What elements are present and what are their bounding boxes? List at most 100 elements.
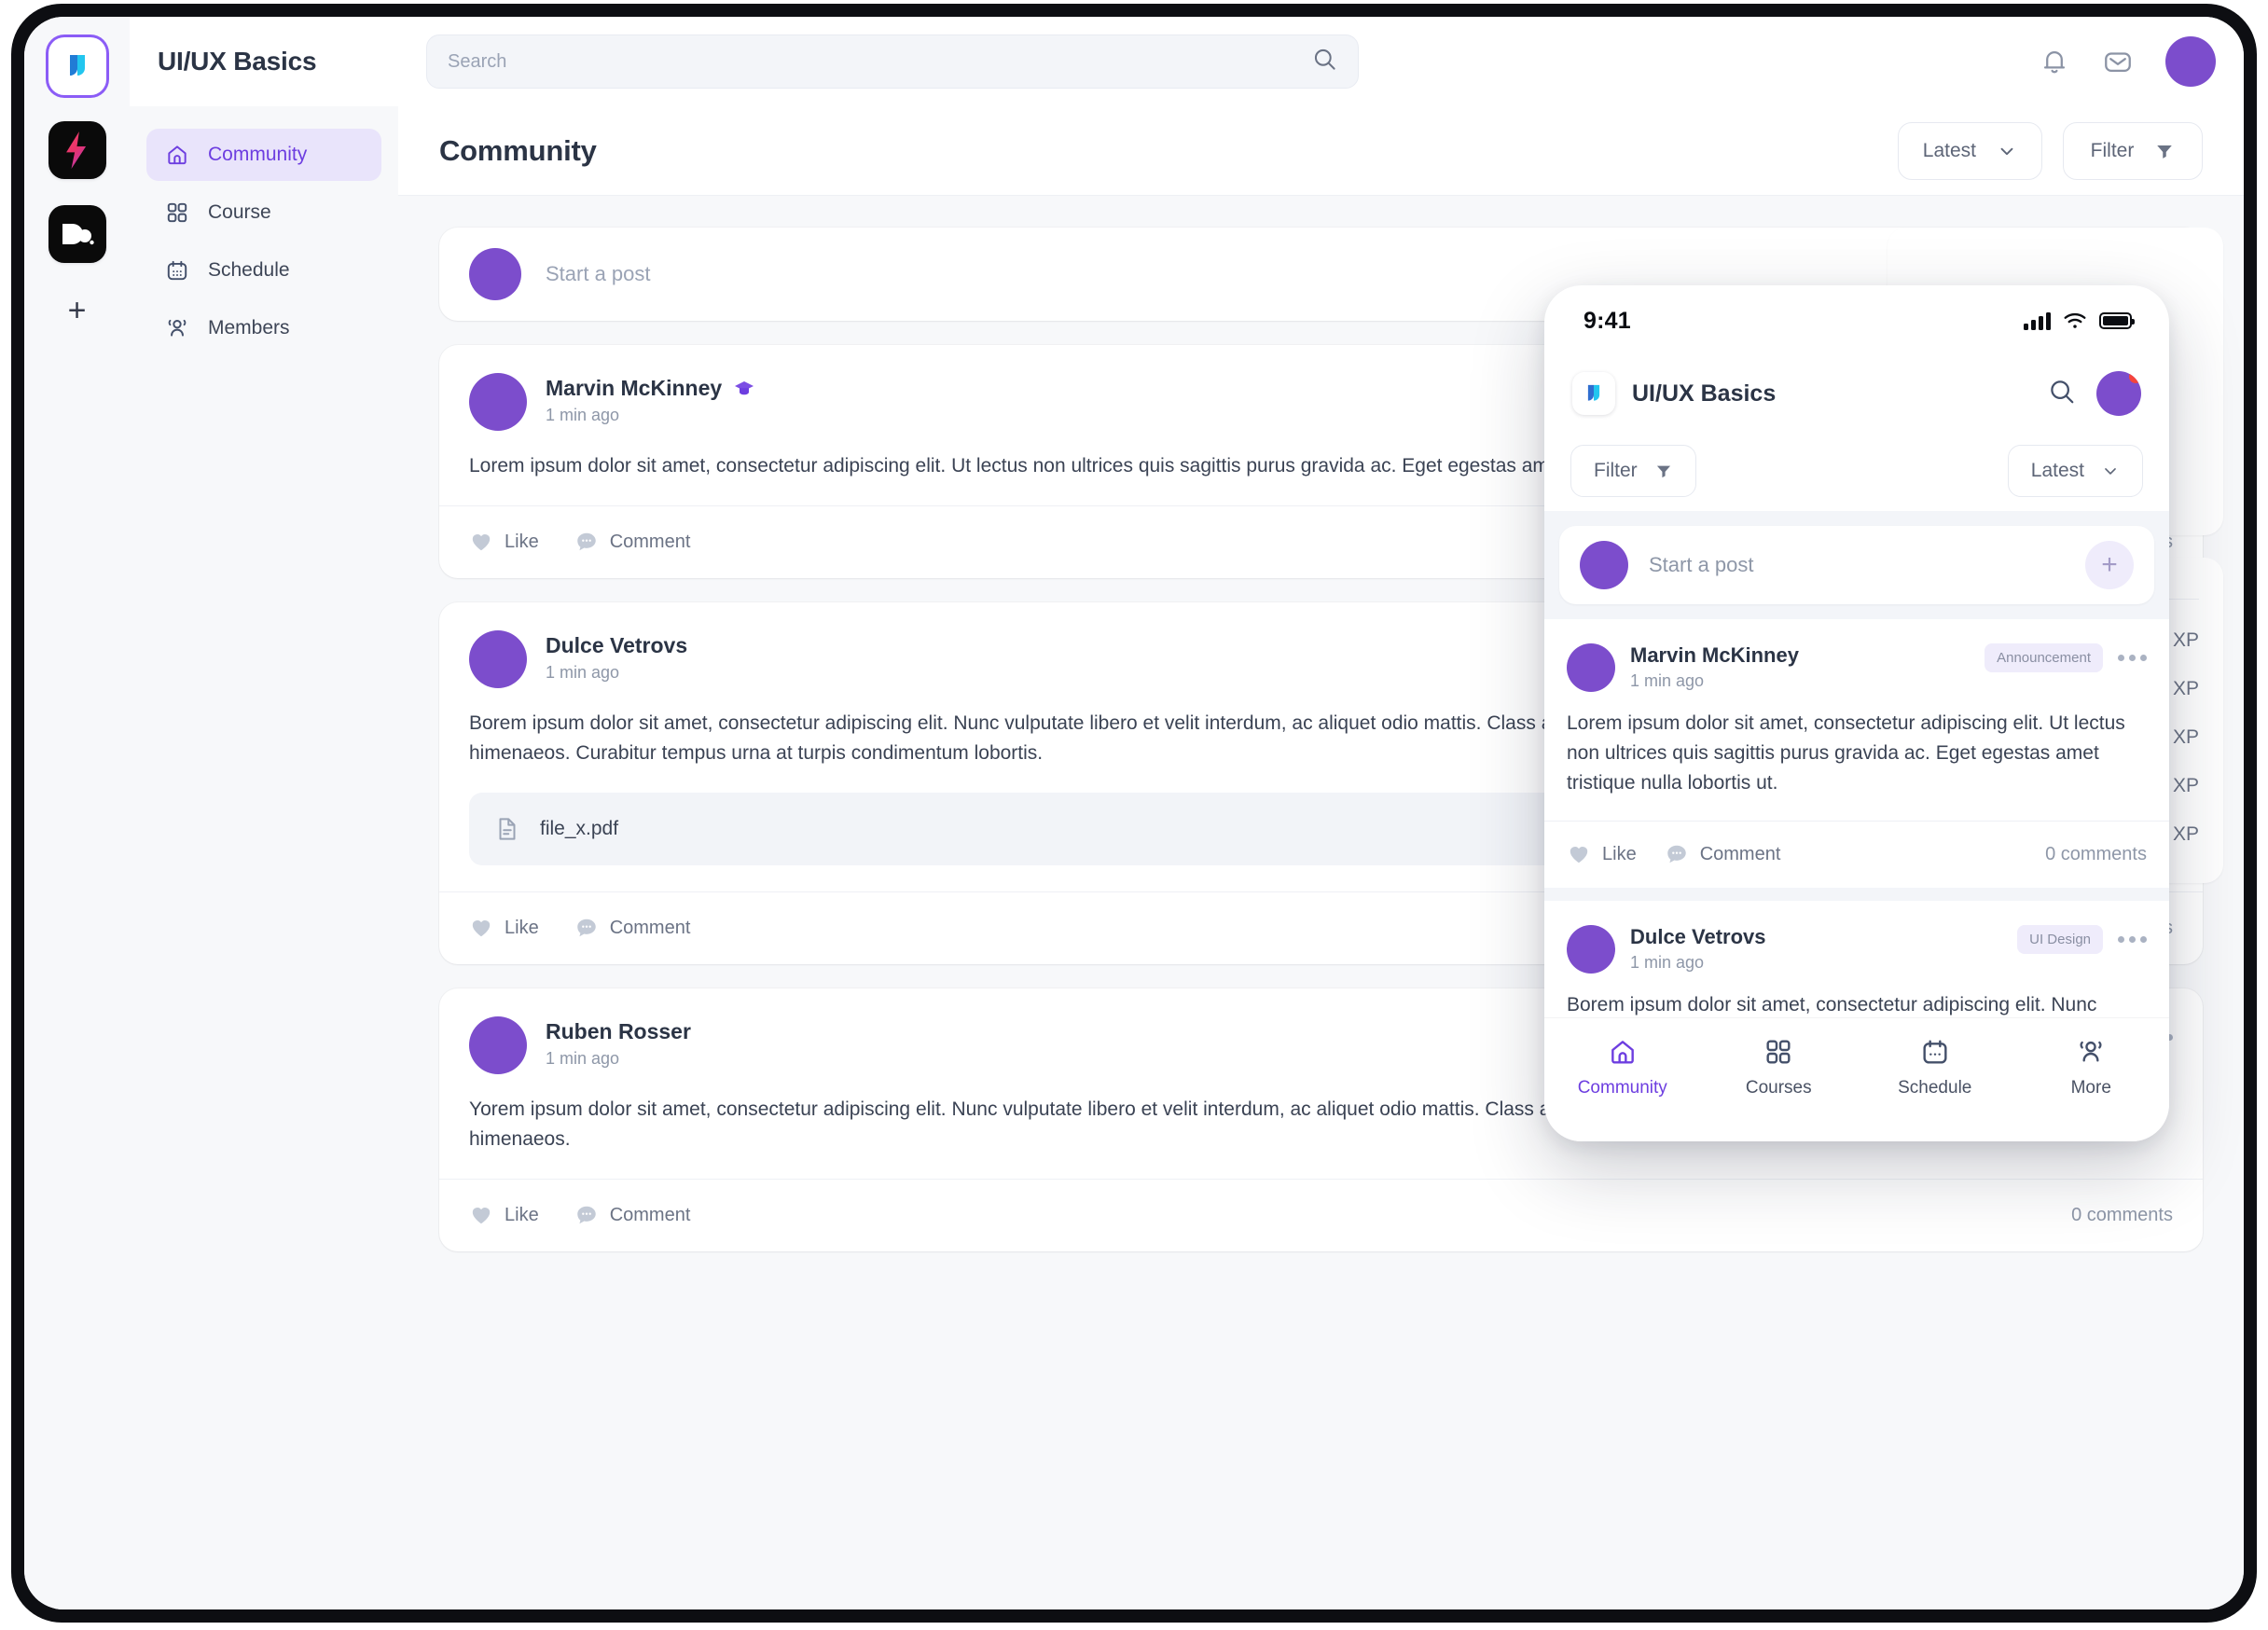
- mobile-like-button[interactable]: Like: [1567, 842, 1637, 866]
- workspace-title: UI/UX Basics: [158, 47, 317, 76]
- mobile-post-composer[interactable]: Start a post +: [1559, 526, 2154, 604]
- mobile-post-tools: Announcement: [1984, 643, 2147, 672]
- battery-icon: [2099, 312, 2135, 329]
- sidebar-nav: Community Course Schedule Members: [130, 106, 398, 1609]
- cellular-signal-icon: [2024, 311, 2051, 330]
- workspace-icon-uiux-basics[interactable]: [48, 37, 106, 95]
- workspace-icon-bolt[interactable]: [48, 121, 106, 179]
- mail-icon[interactable]: [2102, 46, 2134, 77]
- mobile-filter-label: Filter: [1594, 460, 1638, 481]
- tab-more[interactable]: More: [2013, 1037, 2170, 1098]
- mobile-header: UI/UX Basics: [1544, 356, 2169, 431]
- composer-avatar: [469, 248, 521, 300]
- tab-label: Courses: [1745, 1078, 1812, 1098]
- post-time: 1 min ago: [546, 1048, 620, 1068]
- sidebar-item-course[interactable]: Course: [146, 186, 381, 239]
- mobile-post-tag: Announcement: [1984, 643, 2103, 672]
- sort-dropdown[interactable]: Latest: [1897, 121, 2042, 180]
- mobile-post-author: Marvin McKinney: [1630, 643, 1799, 667]
- search-icon[interactable]: [2048, 378, 2076, 410]
- sidebar-item-community[interactable]: Community: [146, 129, 381, 181]
- search-input[interactable]: [448, 50, 1312, 73]
- mobile-post-more-button[interactable]: [2118, 935, 2147, 943]
- bell-icon[interactable]: [2039, 46, 2070, 77]
- tab-label: Schedule: [1898, 1078, 1972, 1098]
- post-time: 1 min ago: [546, 662, 620, 682]
- comment-button[interactable]: Comment: [574, 530, 691, 554]
- mobile-post-meta: Marvin McKinney 1 min ago: [1630, 643, 1799, 691]
- comment-button[interactable]: Comment: [574, 916, 690, 940]
- mobile-app-logo: [1572, 372, 1615, 415]
- mobile-sort-dropdown[interactable]: Latest: [2007, 445, 2143, 497]
- sidebar-item-schedule[interactable]: Schedule: [146, 244, 381, 297]
- people-icon: [168, 319, 187, 337]
- post-avatar[interactable]: [469, 629, 527, 688]
- post-avatar[interactable]: [469, 373, 527, 431]
- screen: + UI/UX Basics Search Community Course S…: [24, 17, 2244, 1609]
- heart-icon: [472, 1208, 491, 1224]
- comment-label: Comment: [609, 1204, 691, 1225]
- tab-schedule[interactable]: Schedule: [1857, 1037, 2013, 1098]
- comment-label: Comment: [609, 531, 691, 552]
- mobile-post-header: Dulce Vetrovs 1 min ago UI Design: [1544, 901, 2169, 974]
- like-button[interactable]: Like: [469, 530, 539, 554]
- mobile-post-avatar[interactable]: [1567, 643, 1615, 692]
- page-title: Community: [439, 133, 597, 167]
- mobile-post-actions: Like Comment 0 comments: [1544, 820, 2169, 888]
- like-button[interactable]: Like: [469, 916, 539, 940]
- mobile-feed: Start a post + Marvin McKinney 1 min ago…: [1544, 511, 2169, 1087]
- mobile-post-more-button[interactable]: [2118, 655, 2147, 661]
- like-label: Like: [505, 1204, 539, 1225]
- mobile-post-time: 1 min ago: [1630, 952, 1705, 972]
- mobile-add-post-button[interactable]: +: [2085, 541, 2134, 589]
- graduation-cap-icon: [735, 380, 754, 394]
- mobile-comment-button[interactable]: Comment: [1665, 842, 1780, 866]
- mobile-post-tools: UI Design: [2017, 924, 2147, 954]
- sidebar-item-members[interactable]: Members: [146, 302, 381, 354]
- avatar[interactable]: [2165, 36, 2216, 87]
- calendar-icon: [167, 260, 187, 281]
- composer-placeholder[interactable]: Start a post: [546, 262, 2095, 286]
- tab-label: Community: [1577, 1078, 1667, 1098]
- post-author: Dulce Vetrovs: [546, 633, 687, 658]
- post-author-name: Marvin McKinney: [546, 376, 723, 400]
- comment-icon: [576, 919, 596, 937]
- mobile-avatar[interactable]: [2096, 371, 2141, 416]
- app-rail: +: [24, 17, 130, 1609]
- mobile-comment-count: 0 comments: [2045, 843, 2147, 864]
- like-button[interactable]: Like: [469, 1203, 539, 1227]
- mobile-filter-bar: Filter Latest: [1544, 431, 2169, 511]
- mobile-composer-avatar: [1580, 541, 1628, 589]
- comment-button[interactable]: Comment: [574, 1203, 691, 1227]
- heart-icon: [1570, 847, 1588, 863]
- chevron-down-icon: [2105, 468, 2116, 475]
- feed-divider: [1544, 887, 2169, 901]
- heart-icon: [472, 534, 491, 551]
- search-bar[interactable]: [426, 35, 1359, 89]
- laptop-frame: + UI/UX Basics Search Community Course S…: [11, 4, 2257, 1623]
- post-meta: Dulce Vetrovs 1 min ago: [546, 630, 687, 683]
- filter-button[interactable]: Filter: [2063, 121, 2203, 180]
- workspace-icon-dot[interactable]: [48, 205, 106, 263]
- mobile-post-body: Lorem ipsum dolor sit amet, consectetur …: [1567, 712, 2125, 794]
- mobile-post-card: Marvin McKinney 1 min ago Announcement L…: [1544, 619, 2169, 888]
- filter-icon: [1656, 465, 1670, 478]
- add-workspace-button[interactable]: +: [48, 289, 106, 332]
- header-actions: [2007, 36, 2216, 87]
- mobile-post-time: 1 min ago: [1630, 671, 1705, 690]
- comment-icon: [576, 1206, 596, 1224]
- people-icon: [2080, 1041, 2102, 1062]
- tab-courses[interactable]: Courses: [1701, 1037, 1858, 1098]
- mobile-filter-button[interactable]: Filter: [1570, 445, 1696, 497]
- post-meta: Marvin McKinney 1 min ago: [546, 373, 755, 425]
- mobile-post-avatar[interactable]: [1567, 924, 1615, 974]
- post-avatar[interactable]: [469, 1015, 527, 1074]
- sidebar-item-label: Members: [208, 317, 290, 338]
- mobile-workspace-title: UI/UX Basics: [1632, 380, 1777, 407]
- mobile-composer-placeholder[interactable]: Start a post: [1649, 553, 2065, 577]
- mobile-post-header: Marvin McKinney 1 min ago Announcement: [1544, 619, 2169, 692]
- tab-community[interactable]: Community: [1544, 1037, 1701, 1098]
- search-icon[interactable]: [1312, 47, 1337, 76]
- like-label: Like: [505, 917, 539, 938]
- main-header-controls: Latest Filter: [1897, 121, 2203, 180]
